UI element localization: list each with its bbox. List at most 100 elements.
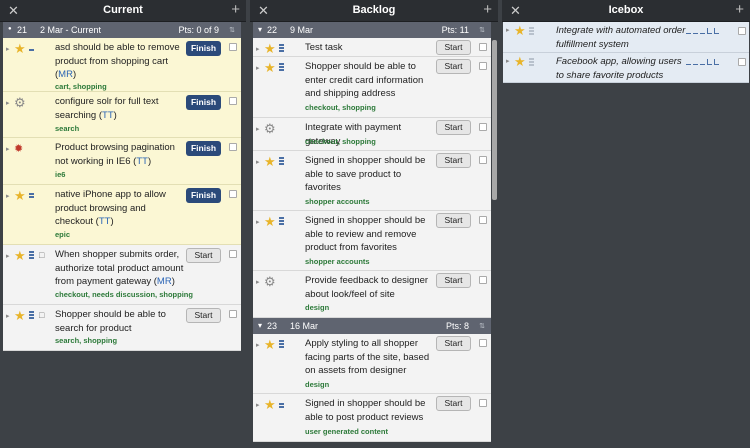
story-labels[interactable]: search: [55, 124, 79, 133]
story-row[interactable]: ▸ ★ native iPhone app to allow product b…: [3, 185, 241, 245]
iteration-header[interactable]: ▾ 23 16 Mar Pts: 8 ⇅: [253, 318, 491, 334]
finish-button[interactable]: Finish: [186, 141, 221, 156]
start-button[interactable]: Start: [436, 120, 471, 135]
iteration-header[interactable]: ● 21 2 Mar - Current Pts: 0 of 9 ⇅: [3, 22, 241, 38]
expand-icon[interactable]: ▸: [6, 45, 10, 53]
start-button[interactable]: Start: [436, 153, 471, 168]
expand-icon[interactable]: ▸: [6, 252, 10, 260]
story-labels[interactable]: epic: [55, 230, 70, 239]
select-checkbox[interactable]: [479, 399, 487, 407]
story-labels[interactable]: checkout, shopping: [305, 137, 376, 146]
select-checkbox[interactable]: [738, 58, 746, 66]
owner-link[interactable]: MR: [58, 69, 73, 80]
select-checkbox[interactable]: [479, 339, 487, 347]
owner-link[interactable]: TT: [102, 110, 114, 121]
add-story-icon[interactable]: +: [231, 1, 240, 18]
story-row[interactable]: ▸ ★ Shopper should be able to enter cred…: [253, 57, 491, 118]
select-checkbox[interactable]: [479, 43, 487, 51]
expand-icon[interactable]: ▸: [256, 278, 260, 286]
select-checkbox[interactable]: [738, 27, 746, 35]
estimate-selector[interactable]: [686, 28, 719, 34]
story-labels[interactable]: search, shopping: [55, 336, 117, 345]
iteration-header[interactable]: ▾ 22 9 Mar Pts: 11 ⇅: [253, 22, 491, 38]
select-checkbox[interactable]: [479, 156, 487, 164]
finish-button[interactable]: Finish: [186, 188, 221, 203]
story-row[interactable]: ▸ ⚙ configure solr for full text searchi…: [3, 92, 241, 138]
feature-star-icon: ★: [514, 23, 526, 38]
expand-icon[interactable]: ▸: [256, 401, 260, 409]
collapse-icon[interactable]: ▾: [258, 321, 262, 330]
story-labels[interactable]: checkout, shopping: [305, 103, 376, 112]
icebox-panel: ✕ Icebox + ▸ ★ Integrate with automated …: [502, 0, 750, 448]
start-button[interactable]: Start: [436, 273, 471, 288]
select-checkbox[interactable]: [229, 250, 237, 258]
select-checkbox[interactable]: [229, 190, 237, 198]
finish-button[interactable]: Finish: [186, 41, 221, 56]
story-labels[interactable]: user generated content: [305, 427, 388, 436]
expand-icon[interactable]: ▸: [256, 64, 260, 72]
story-row[interactable]: ▸ ★ Signed in shopper should be able to …: [253, 394, 491, 442]
owner-link[interactable]: TT: [99, 216, 111, 227]
start-button[interactable]: Start: [436, 213, 471, 228]
story-row[interactable]: ▸ ⚙ Integrate with payment gateway check…: [253, 118, 491, 151]
start-button[interactable]: Start: [436, 40, 471, 55]
select-checkbox[interactable]: [229, 43, 237, 51]
expand-icon[interactable]: ▸: [506, 57, 510, 65]
expand-icon[interactable]: ▸: [256, 45, 260, 53]
story-row[interactable]: ▸ ★ Integrate with automated order fulfi…: [503, 22, 749, 53]
start-button[interactable]: Start: [436, 336, 471, 351]
scrollbar[interactable]: [492, 40, 497, 200]
story-row[interactable]: ▸ ⚙ Provide feedback to designer about l…: [253, 271, 491, 318]
story-labels[interactable]: checkout, needs discussion, shopping: [55, 290, 193, 299]
collapse-icon[interactable]: ▾: [258, 25, 262, 34]
story-row[interactable]: ▸ ★ Signed in shopper should be able to …: [253, 211, 491, 271]
story-labels[interactable]: design: [305, 380, 329, 389]
panel-title: Icebox: [608, 4, 644, 16]
story-row[interactable]: ▸ ★ asd should be able to remove product…: [3, 38, 241, 92]
select-checkbox[interactable]: [229, 97, 237, 105]
add-story-icon[interactable]: +: [735, 1, 744, 18]
select-checkbox[interactable]: [229, 310, 237, 318]
start-button[interactable]: Start: [436, 59, 471, 74]
story-labels[interactable]: design: [305, 303, 329, 312]
story-row[interactable]: ▸ ★ Apply styling to all shopper facing …: [253, 334, 491, 394]
story-labels[interactable]: ie6: [55, 170, 65, 179]
expand-icon[interactable]: ▸: [6, 99, 10, 107]
story-title: Provide feedback to designer about look/…: [305, 275, 429, 300]
story-row[interactable]: ▸ ★ Facebook app, allowing users to shar…: [503, 53, 749, 83]
expand-icon[interactable]: ▸: [6, 192, 10, 200]
expand-icon[interactable]: ▸: [256, 125, 260, 133]
story-labels[interactable]: shopper accounts: [305, 257, 370, 266]
story-labels[interactable]: shopper accounts: [305, 197, 370, 206]
select-checkbox[interactable]: [479, 276, 487, 284]
select-checkbox[interactable]: [479, 62, 487, 70]
select-checkbox[interactable]: [229, 143, 237, 151]
story-labels[interactable]: cart, shopping: [55, 82, 107, 91]
story-row[interactable]: ▸ ★ □ When shopper submits order, author…: [3, 245, 241, 305]
select-checkbox[interactable]: [479, 123, 487, 131]
owner-link[interactable]: TT: [136, 156, 148, 167]
expand-icon[interactable]: ▸: [256, 218, 260, 226]
start-button[interactable]: Start: [186, 308, 221, 323]
estimate-selector[interactable]: [686, 59, 719, 65]
expand-icon[interactable]: ▸: [506, 26, 510, 34]
sort-icon[interactable]: ⇅: [479, 322, 485, 330]
sort-icon[interactable]: ⇅: [229, 26, 235, 34]
story-row[interactable]: ▸ ★ □ Shopper should be able to search f…: [3, 305, 241, 351]
start-button[interactable]: Start: [186, 248, 221, 263]
feature-star-icon: ★: [264, 41, 276, 56]
sort-icon[interactable]: ⇅: [479, 26, 485, 34]
owner-link[interactable]: MR: [157, 276, 172, 287]
story-row[interactable]: ▸ ✹ Product browsing pagination not work…: [3, 138, 241, 185]
expand-icon[interactable]: ▸: [256, 341, 260, 349]
expand-icon[interactable]: ▸: [6, 312, 10, 320]
expand-icon[interactable]: ▸: [6, 145, 10, 153]
finish-button[interactable]: Finish: [186, 95, 221, 110]
select-checkbox[interactable]: [479, 216, 487, 224]
start-button[interactable]: Start: [436, 396, 471, 411]
story-row[interactable]: ▸ ★ Test task Start: [253, 38, 491, 57]
add-story-icon[interactable]: +: [483, 1, 492, 18]
story-row[interactable]: ▸ ★ Signed in shopper should be able to …: [253, 151, 491, 211]
iteration-number: 21: [17, 25, 28, 35]
expand-icon[interactable]: ▸: [256, 158, 260, 166]
